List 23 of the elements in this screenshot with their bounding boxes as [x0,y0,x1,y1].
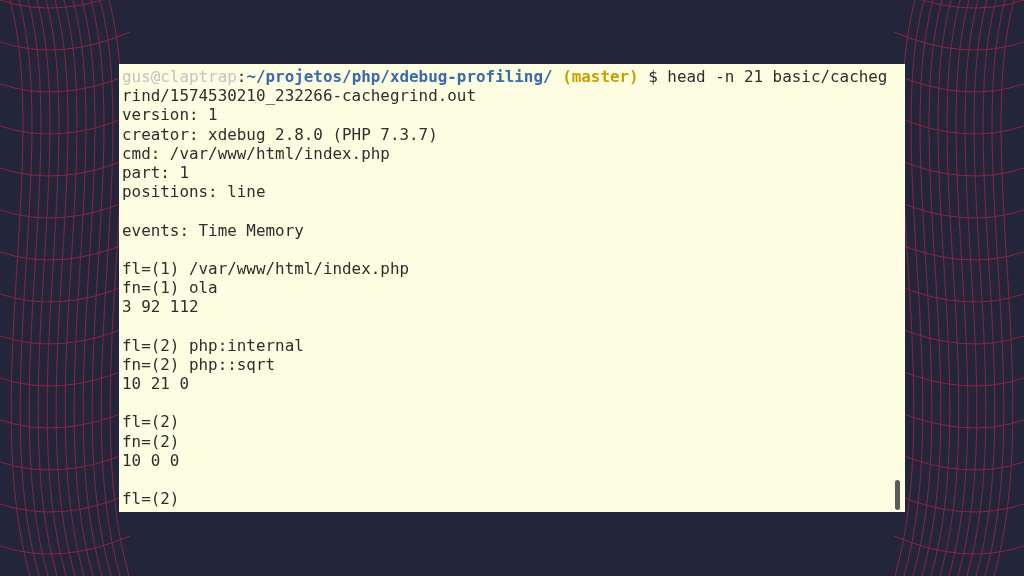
output-line: cmd: /var/www/html/index.php [122,143,390,163]
prompt-path: ~/projetos/php/xdebug-profiling/ [246,67,553,86]
git-branch: (master) [562,67,639,86]
output-line: fl=(1) /var/www/html/index.php [122,258,409,278]
scrollbar-thumb[interactable] [895,480,900,510]
output-line: fn=(2) [122,431,180,451]
output-line: fl=(2) [122,412,180,432]
output-line: fl=(2) [122,489,180,509]
output-line: fl=(2) php:internal [122,335,304,355]
output-line: positions: line [122,182,266,202]
output-line: events: Time Memory [122,220,304,240]
output-line: 10 0 0 [122,450,180,470]
output-line: 3 92 112 [122,297,199,317]
command-text: $ head -n 21 basic/cacheg [647,67,888,86]
output-line: fn=(2) php::sqrt [122,354,276,374]
output-line: part: 1 [122,162,189,182]
prompt-user: gus@claptrap [122,67,237,86]
output-line: fn=(1) ola [122,278,218,298]
output-line: creator: xdebug 2.8.0 (PHP 7.3.7) [122,124,438,144]
output-line: 10 21 0 [122,374,189,393]
output-line: rind/1574530210_232266-cachegrind.out [122,86,476,106]
output-line: version: 1 [122,105,218,125]
prompt-separator: : [236,67,247,86]
